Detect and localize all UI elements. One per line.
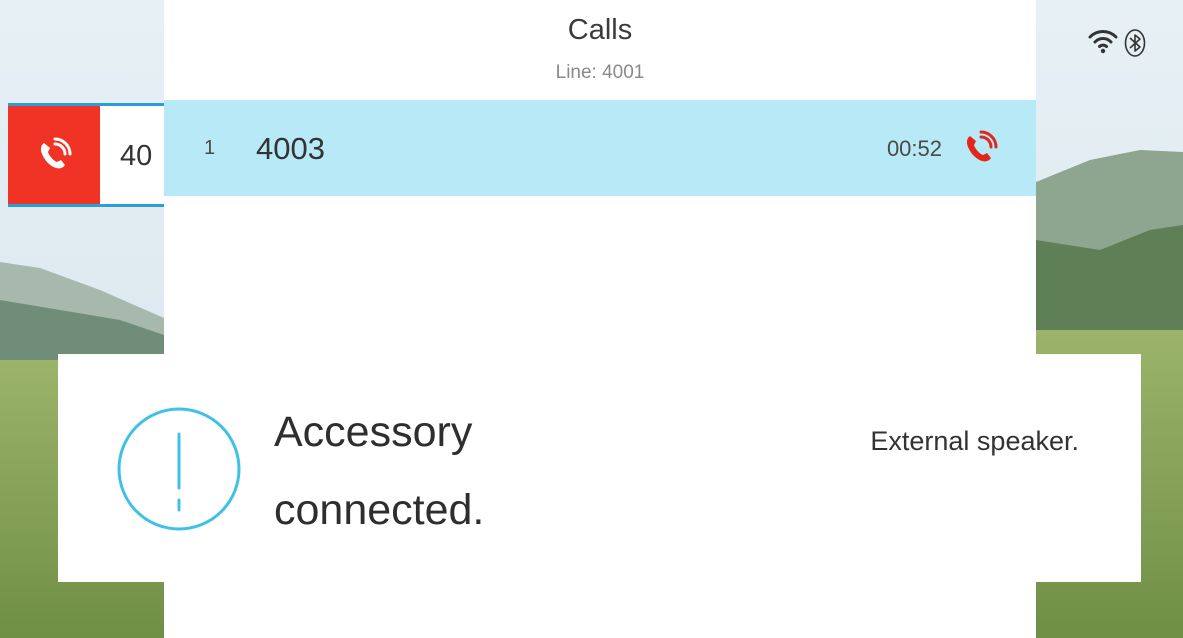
- call-duration: 00:52: [886, 136, 942, 161]
- session-tab-number: 40: [120, 140, 153, 172]
- alert-circle-icon: [117, 407, 241, 531]
- phone-active-icon: [40, 137, 72, 169]
- panel-header: Calls Line: 4001: [164, 0, 1036, 100]
- active-call-row[interactable]: 1 4003 00:52: [164, 100, 1036, 196]
- wifi-icon: [1088, 30, 1118, 54]
- page-title: Calls: [567, 14, 633, 46]
- notification-title-line1: Accessory: [274, 408, 473, 456]
- accessory-notification[interactable]: Accessory connected. External speaker.: [58, 354, 1141, 582]
- notification-title-line2: connected.: [274, 486, 485, 534]
- status-bar: [1088, 24, 1148, 64]
- call-number: 4003: [256, 131, 325, 166]
- call-index: 1: [204, 137, 216, 159]
- session-tab[interactable]: 40: [8, 103, 164, 207]
- line-label: Line: 4001: [555, 62, 645, 83]
- bluetooth-icon: [1124, 29, 1146, 57]
- notification-detail: External speaker.: [870, 426, 1079, 456]
- session-tab-status: [8, 106, 100, 204]
- phone-active-icon: [966, 130, 998, 162]
